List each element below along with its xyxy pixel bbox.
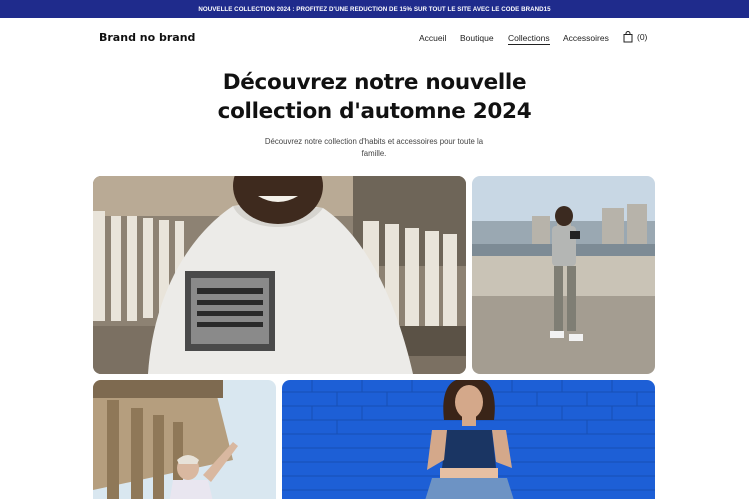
hero-subtitle: Découvrez notre collection d'habits et a…	[264, 137, 484, 158]
promo-banner: NOUVELLE COLLECTION 2024 : PROFITEZ D'UN…	[0, 0, 749, 18]
nav-item-collections[interactable]: Collections	[508, 33, 550, 45]
cart-count: (0)	[637, 32, 648, 42]
nav-item-accueil[interactable]: Accueil	[419, 33, 446, 43]
man-near-columns-photo[interactable]	[93, 380, 276, 499]
nav-item-boutique[interactable]: Boutique	[460, 33, 494, 43]
hero-title: Découvrez notre nouvelle collection d'au…	[217, 70, 532, 124]
man-in-white-hoodie-photo[interactable]	[93, 176, 466, 374]
woman-blue-brick-wall-photo[interactable]	[282, 380, 655, 499]
cart-button[interactable]: (0)	[623, 31, 647, 43]
nav-item-accessoires[interactable]: Accessoires	[563, 33, 609, 43]
man-taking-photo-riverside-photo[interactable]	[472, 176, 655, 374]
shopping-bag-icon	[623, 31, 633, 43]
promo-text: NOUVELLE COLLECTION 2024 : PROFITEZ D'UN…	[198, 5, 551, 13]
site-header: Brand no brand Accueil Boutique Collecti…	[0, 18, 749, 58]
